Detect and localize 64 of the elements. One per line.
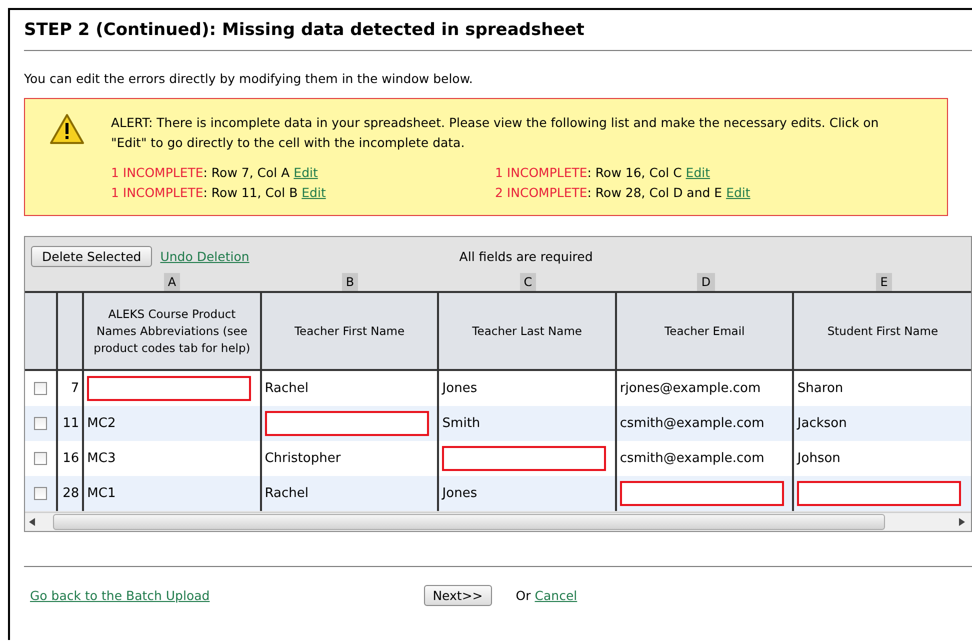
undo-deletion-link[interactable]: Undo Deletion bbox=[160, 248, 250, 264]
horizontal-scrollbar[interactable] bbox=[25, 512, 971, 531]
incomplete-location: : Row 7, Col A bbox=[203, 165, 290, 180]
scroll-left-icon[interactable] bbox=[29, 518, 35, 526]
missing-value-field[interactable] bbox=[87, 376, 252, 401]
next-button[interactable]: Next>> bbox=[424, 585, 492, 606]
row-checkbox[interactable] bbox=[34, 382, 48, 395]
edit-link[interactable]: Edit bbox=[294, 165, 318, 180]
delete-selected-button[interactable]: Delete Selected bbox=[31, 246, 152, 266]
incomplete-count: 1 INCOMPLETE bbox=[111, 165, 204, 180]
missing-value-field[interactable] bbox=[797, 481, 962, 506]
table-cell: csmith@example.com bbox=[616, 441, 794, 476]
row-number: 11 bbox=[57, 406, 84, 441]
table-cell: Christopher bbox=[260, 441, 438, 476]
instruction-text: You can edit the errors directly by modifying them in the window below. bbox=[24, 71, 474, 86]
edit-link[interactable]: Edit bbox=[726, 185, 750, 200]
incomplete-count: 2 INCOMPLETE bbox=[495, 185, 588, 200]
incomplete-count: 1 INCOMPLETE bbox=[111, 185, 204, 200]
table-cell: MC3 bbox=[83, 441, 261, 476]
table-cell: Rachel bbox=[260, 476, 438, 511]
row-checkbox[interactable] bbox=[34, 417, 48, 430]
table-cell: Jackson bbox=[793, 406, 971, 441]
incomplete-location: : Row 16, Col C bbox=[587, 165, 682, 180]
column-header: Teacher Last Name bbox=[438, 292, 616, 370]
missing-value-field[interactable] bbox=[442, 446, 606, 471]
scroll-right-icon[interactable] bbox=[959, 518, 965, 526]
missing-value-field[interactable] bbox=[264, 411, 429, 436]
back-link[interactable]: Go back to the Batch Upload bbox=[30, 588, 210, 603]
page-title: STEP 2 (Continued): Missing data detected in spreadsheet bbox=[24, 20, 972, 51]
column-header: Student First Name bbox=[793, 292, 971, 370]
table-cell: MC2 bbox=[83, 406, 261, 441]
or-text: Or bbox=[516, 588, 531, 603]
column-header: Teacher Email bbox=[616, 292, 794, 370]
alert-message: ALERT: There is incomplete data in your spreadsheet. Please view the following list and make the necessary edits. Click on "Edit" to go directly to the cell with the incomplete data. bbox=[111, 114, 880, 152]
column-letter: D bbox=[697, 273, 715, 291]
table-cell: Smith bbox=[438, 406, 616, 441]
warning-icon bbox=[49, 113, 85, 145]
table-cell: MC1 bbox=[83, 476, 261, 511]
edit-link[interactable]: Edit bbox=[302, 185, 326, 200]
column-letter: A bbox=[164, 273, 180, 291]
row-number: 16 bbox=[57, 441, 84, 476]
row-number: 28 bbox=[57, 476, 84, 511]
column-letter: C bbox=[520, 273, 536, 291]
column-header: Teacher First Name bbox=[260, 292, 438, 370]
incomplete-location: : Row 11, Col B bbox=[203, 185, 298, 200]
cancel-link[interactable]: Cancel bbox=[534, 588, 578, 603]
edit-link[interactable]: Edit bbox=[686, 165, 710, 180]
incomplete-count: 1 INCOMPLETE bbox=[495, 165, 588, 180]
row-number: 7 bbox=[57, 370, 84, 406]
table-cell: Johson bbox=[793, 441, 971, 476]
table-cell: Jones bbox=[438, 476, 616, 511]
column-header: ALEKS Course Product Names Abbreviations (see product codes tab for help) bbox=[83, 292, 261, 370]
table-cell: rjones@example.com bbox=[616, 370, 794, 406]
incomplete-location: : Row 28, Col D and E bbox=[587, 185, 722, 200]
table-cell: csmith@example.com bbox=[616, 406, 794, 441]
missing-value-field[interactable] bbox=[620, 481, 784, 506]
column-letter: E bbox=[876, 273, 892, 291]
table-cell: Rachel bbox=[260, 370, 438, 406]
column-letter: B bbox=[342, 273, 358, 291]
row-checkbox[interactable] bbox=[34, 452, 48, 465]
required-note: All fields are required bbox=[459, 248, 593, 264]
row-checkbox[interactable] bbox=[34, 487, 48, 500]
table-cell: Sharon bbox=[793, 370, 971, 406]
table-cell: Jones bbox=[438, 370, 616, 406]
